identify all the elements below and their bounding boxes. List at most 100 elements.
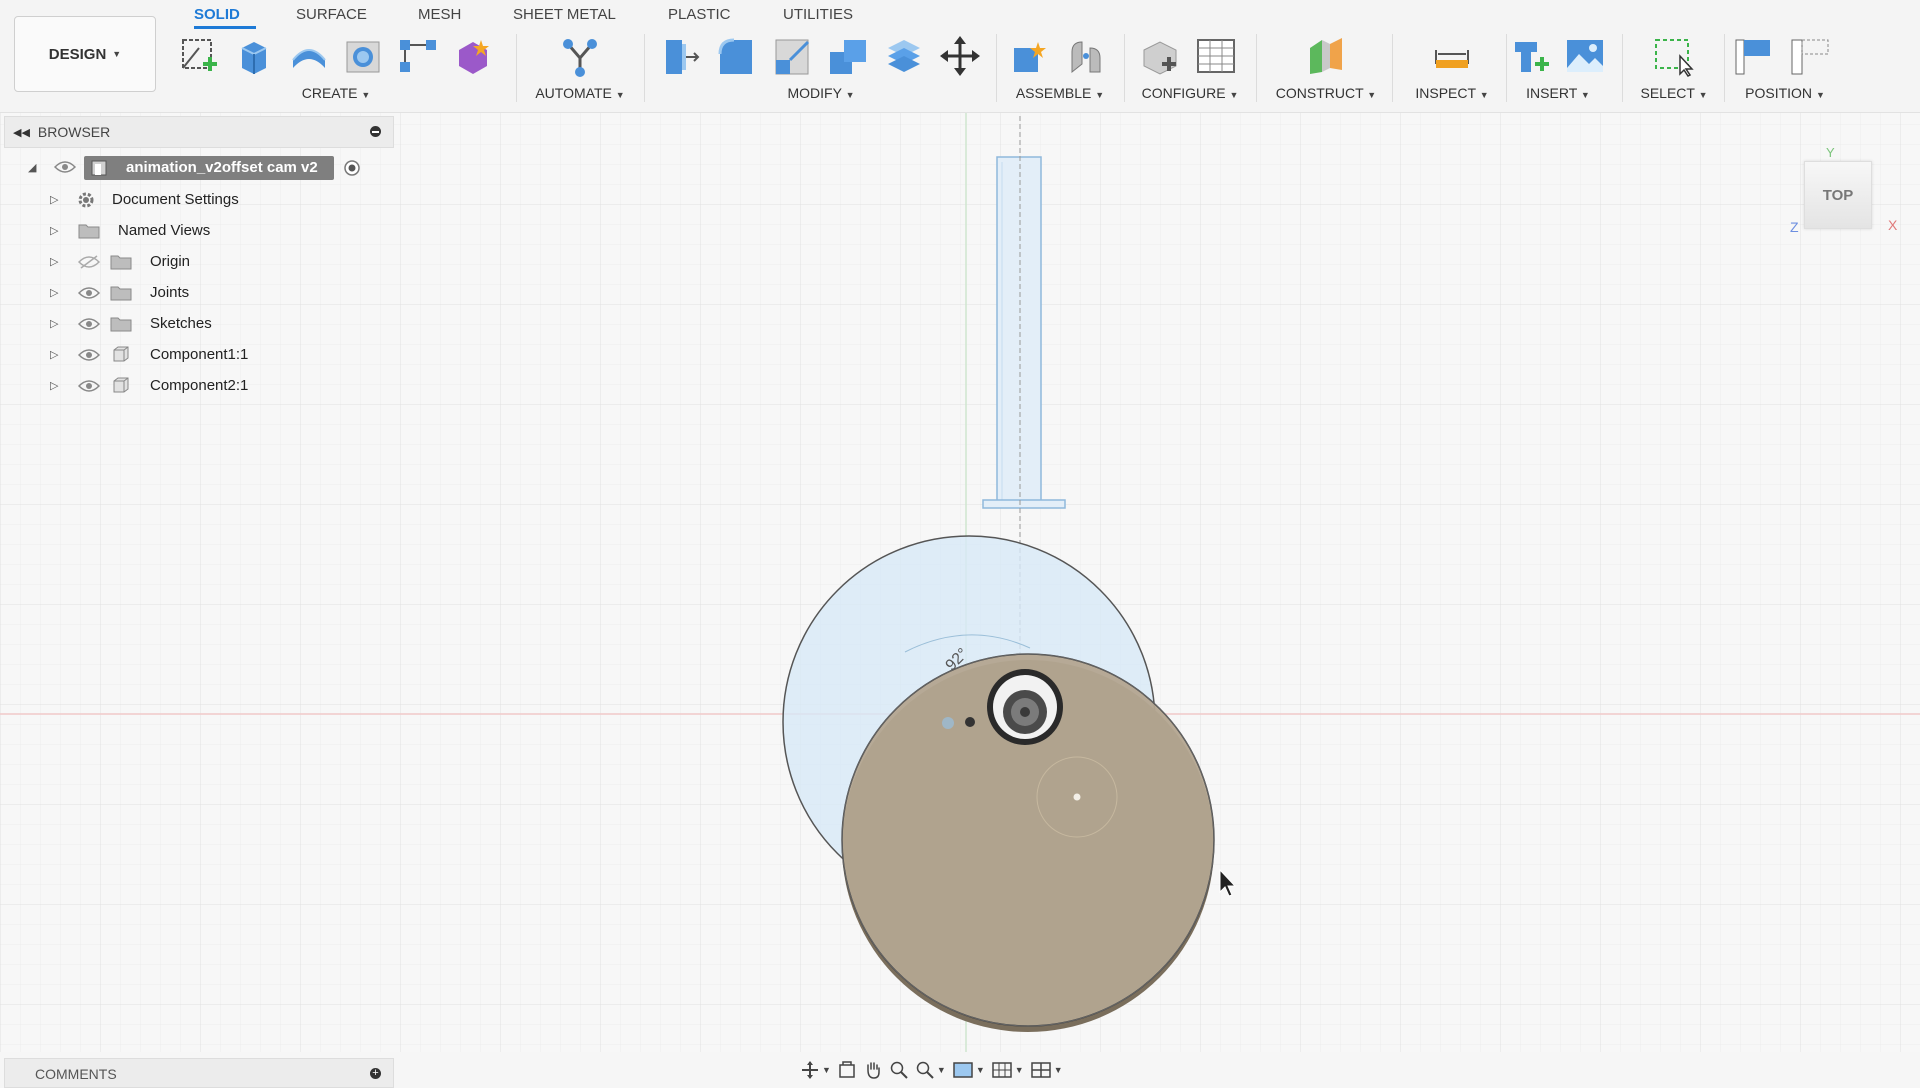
chamfer-icon[interactable] [768,32,816,80]
modify-group: MODIFY ▼ [656,30,986,108]
browser-item-document-settings[interactable]: ▷ Document Settings [0,184,394,214]
expand-triangle-icon[interactable]: ▷ [50,255,58,268]
capture-position-icon[interactable] [1730,32,1778,80]
insert-menu[interactable]: INSERT ▼ [1508,85,1608,101]
move-copy-icon[interactable] [936,32,984,80]
pattern-icon[interactable] [395,32,442,80]
eye-hidden-icon[interactable] [78,254,100,270]
chevron-down-icon: ▼ [1053,1065,1063,1075]
tab-solid[interactable]: SOLID [194,6,240,23]
assemble-group: ASSEMBLE ▼ [1006,30,1114,108]
create-group: CREATE ▼ [176,30,496,108]
browser-root-row[interactable]: ◢ animation_v2offset cam v2 [0,152,394,182]
hole-icon[interactable] [340,32,387,80]
display-settings-tool[interactable]: ▼ [952,1060,985,1080]
construct-plane-icon[interactable] [1302,32,1350,80]
tab-plastic[interactable]: PLASTIC [668,6,731,23]
toolbar-separator [1506,34,1507,102]
form-icon[interactable] [449,32,496,80]
create-menu[interactable]: CREATE ▼ [176,85,496,101]
expand-triangle-icon[interactable]: ▷ [50,317,58,330]
tab-surface[interactable]: SURFACE [296,6,367,23]
toolbar-separator [1124,34,1125,102]
expand-triangle-icon[interactable]: ▷ [50,379,58,392]
browser-item-named-views[interactable]: ▷ Named Views [0,215,394,245]
collapse-arrows-icon[interactable]: ◀◀ [13,126,30,139]
inspect-menu[interactable]: INSPECT ▼ [1402,85,1502,101]
pan-tool[interactable] [863,1060,883,1080]
grid-icon [992,1062,1012,1078]
root-document-label: animation_v2offset cam v2 [126,158,318,176]
browser-item-component1[interactable]: ▷ Component1:1 [0,339,394,369]
collapse-triangle-icon[interactable]: ◢ [28,161,36,174]
browser-item-label: Joints [150,283,190,301]
viewports-icon [1030,1062,1051,1078]
modify-menu[interactable]: MODIFY ▼ [656,85,986,101]
expand-triangle-icon[interactable]: ▷ [50,348,58,361]
zoom-icon [890,1061,908,1079]
toolbar: DESIGN ▼ SOLID SURFACE MESH SHEET METAL … [0,0,1920,113]
browser-item-joints[interactable]: ▷ Joints [0,277,394,307]
position-menu[interactable]: POSITION ▼ [1730,85,1840,101]
extrude-icon[interactable] [231,32,278,80]
tab-sheet-metal[interactable]: SHEET METAL [513,6,616,23]
chevron-down-icon: ▼ [936,1065,946,1075]
comments-add-icon[interactable]: + [370,1068,381,1079]
combine-icon[interactable] [824,32,872,80]
tab-mesh[interactable]: MESH [418,6,461,23]
eye-icon[interactable] [78,347,100,363]
joint-icon[interactable] [1062,32,1110,80]
toolbar-separator [996,34,997,102]
folder-icon [110,286,132,301]
eye-icon[interactable] [54,159,76,175]
assemble-menu[interactable]: ASSEMBLE ▼ [1006,85,1114,101]
browser-item-component2[interactable]: ▷ Component2:1 [0,370,394,400]
configure-part-icon[interactable] [1136,32,1184,80]
browser-item-sketches[interactable]: ▷ Sketches [0,308,394,338]
display-settings-icon [953,1062,973,1078]
radio-activate-icon[interactable] [343,159,361,177]
grid-settings-tool[interactable]: ▼ [991,1060,1024,1080]
configure-menu[interactable]: CONFIGURE ▼ [1136,85,1244,101]
eye-icon[interactable] [78,285,100,301]
zoom-tool[interactable] [889,1060,909,1080]
fillet-icon[interactable] [712,32,760,80]
orbit-tool[interactable]: ▼ [800,1060,831,1080]
eye-icon[interactable] [78,316,100,332]
expand-triangle-icon[interactable]: ▷ [50,193,58,206]
automate-menu[interactable]: AUTOMATE ▼ [530,85,630,101]
tab-utilities[interactable]: UTILITIES [783,6,853,23]
select-window-icon[interactable] [1650,32,1698,80]
design-workspace-button[interactable]: DESIGN ▼ [14,16,156,92]
component-icon [113,377,129,393]
eye-icon[interactable] [78,378,100,394]
expand-triangle-icon[interactable]: ▷ [50,224,58,237]
insert-canvas-icon[interactable] [1562,32,1608,80]
viewcube-top-face[interactable]: TOP [1804,161,1872,229]
insert-derive-icon[interactable] [1508,32,1554,80]
revolve-icon[interactable] [285,32,332,80]
viewports-tool[interactable]: ▼ [1030,1060,1063,1080]
fit-tool[interactable]: ▼ [915,1060,946,1080]
viewcube[interactable]: Y X Z TOP [1790,145,1900,245]
measure-icon[interactable] [1428,32,1476,80]
browser-item-origin[interactable]: ▷ Origin [0,246,394,276]
browser-item-label: Component2:1 [150,376,249,394]
revert-position-icon[interactable] [1786,32,1834,80]
toolbar-separator [1256,34,1257,102]
construct-menu[interactable]: CONSTRUCT ▼ [1266,85,1386,101]
press-pull-icon[interactable] [656,32,704,80]
look-at-tool[interactable] [837,1060,857,1080]
browser-header: ◀◀ BROWSER [4,116,394,148]
new-component-icon[interactable] [1006,32,1054,80]
insert-group: INSERT ▼ [1508,30,1608,108]
expand-triangle-icon[interactable]: ▷ [50,286,58,299]
automate-icon[interactable] [556,32,604,80]
create-sketch-icon[interactable] [176,32,223,80]
select-menu[interactable]: SELECT ▼ [1630,85,1718,101]
configure-table-icon[interactable] [1192,32,1240,80]
chevron-down-icon: ▼ [112,49,122,59]
shell-icon[interactable] [880,32,928,80]
browser-collapse-icon[interactable] [370,126,381,137]
browser-item-label: Component1:1 [150,345,249,363]
